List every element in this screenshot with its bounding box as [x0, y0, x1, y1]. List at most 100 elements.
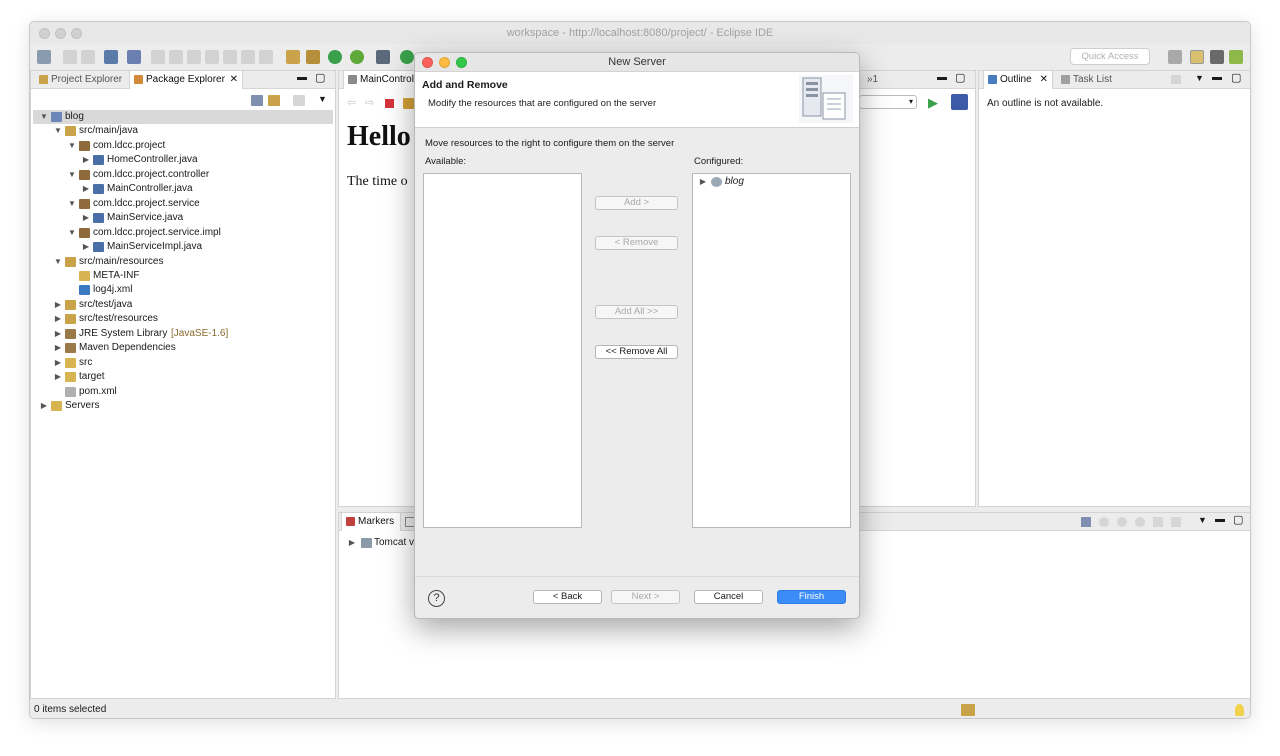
start-server-icon[interactable] [328, 50, 342, 64]
debug-server-icon[interactable] [1099, 517, 1109, 527]
tree-item[interactable]: ▶ target [33, 370, 333, 384]
collapse-toggle-icon[interactable]: ▼ [67, 226, 77, 240]
tree-item[interactable]: ▶ MainServiceImpl.java [33, 240, 333, 254]
collapse-toggle-icon[interactable]: ▼ [67, 139, 77, 153]
terminate-icon[interactable] [187, 50, 201, 64]
profile-server-icon[interactable] [1135, 517, 1145, 527]
back-button[interactable]: < Back [533, 590, 602, 604]
collapse-toggle-icon[interactable]: ▼ [53, 124, 63, 138]
tree-item[interactable]: ▶ HomeController.java [33, 153, 333, 167]
skip-breakpoints-icon[interactable] [127, 50, 141, 64]
forward-nav-icon[interactable]: ⇨ [365, 96, 374, 109]
tree-item[interactable]: ▶ src [33, 356, 333, 370]
save-all-icon[interactable] [81, 50, 95, 64]
start-server-small-icon[interactable] [1117, 517, 1127, 527]
expand-toggle-icon[interactable]: ▶ [81, 211, 91, 225]
view-menu-icon[interactable]: ▼ [318, 94, 327, 104]
help-icon[interactable]: ? [428, 590, 445, 607]
tree-item[interactable]: ▶ JRE System Library [JavaSE-1.6] [33, 327, 333, 341]
tree-item[interactable]: ▼ src/main/resources [33, 255, 333, 269]
url-dropdown[interactable]: ▾ [859, 95, 917, 109]
tree-item[interactable]: ▶ src/test/resources [33, 312, 333, 326]
debug-icon[interactable] [376, 50, 390, 64]
tree-item[interactable]: ▼ com.ldcc.project.service.impl [33, 226, 333, 240]
tab-task-list[interactable]: Task List [1057, 71, 1112, 89]
outline-toolbar-icon[interactable] [1171, 75, 1181, 84]
expand-toggle-icon[interactable]: ▶ [53, 327, 63, 341]
publish-server-icon[interactable] [1171, 517, 1181, 527]
collapse-all-icon[interactable] [251, 95, 263, 106]
collapse-toggle-icon[interactable]: ▼ [67, 197, 77, 211]
open-perspective-icon[interactable] [1168, 50, 1182, 64]
maximize-panel-icon[interactable]: ▢ [315, 71, 325, 84]
stop-server-icon[interactable] [1153, 517, 1163, 527]
publish-icon[interactable] [350, 50, 364, 64]
zoom-window-button[interactable] [71, 28, 82, 39]
collapse-toggle-icon[interactable]: ▼ [53, 255, 63, 269]
new-package-icon[interactable] [306, 50, 320, 64]
suspend-icon[interactable] [169, 50, 183, 64]
tree-item[interactable]: pom.xml [33, 385, 333, 399]
expand-toggle-icon[interactable]: ▶ [53, 341, 63, 355]
bottom-view-menu-icon[interactable]: ▼ [1198, 515, 1207, 525]
java-perspective-icon[interactable] [1229, 50, 1243, 64]
remove-all-button[interactable]: << Remove All [595, 345, 678, 359]
tree-item[interactable]: META-INF [33, 269, 333, 283]
resume-icon[interactable] [151, 50, 165, 64]
expand-toggle-icon[interactable]: ▶ [81, 153, 91, 167]
close-tab-icon[interactable]: ✕ [1040, 71, 1048, 89]
new-icon[interactable] [37, 50, 51, 64]
expand-toggle-icon[interactable]: ▶ [53, 370, 63, 384]
expand-toggle-icon[interactable]: ▶ [53, 312, 63, 326]
step-over-icon[interactable] [241, 50, 255, 64]
terminal-icon[interactable] [104, 50, 118, 64]
quick-access-input[interactable]: Quick Access [1070, 48, 1150, 65]
stop-icon[interactable] [385, 99, 394, 108]
step-return-icon[interactable] [259, 50, 273, 64]
expand-toggle-icon[interactable]: ▶ [347, 536, 357, 550]
dialog-zoom-button[interactable] [456, 57, 467, 68]
minimize-editor-icon[interactable]: ▬ [937, 72, 947, 83]
maximize-bottom-icon[interactable]: ▢ [1233, 513, 1243, 526]
expand-toggle-icon[interactable]: ▶ [81, 182, 91, 196]
expand-toggle-icon[interactable]: ▶ [698, 175, 708, 189]
tree-item[interactable]: ▼ com.ldcc.project.controller [33, 168, 333, 182]
minimize-window-button[interactable] [55, 28, 66, 39]
outline-view-menu-icon[interactable]: ▼ [1195, 73, 1204, 83]
collapse-icon[interactable] [1081, 517, 1091, 527]
expand-toggle-icon[interactable]: ▶ [81, 240, 91, 254]
close-window-button[interactable] [39, 28, 50, 39]
editor-tab-overflow[interactable]: »1 [867, 71, 878, 89]
minimize-outline-icon[interactable]: ▬ [1212, 72, 1222, 83]
run-icon[interactable] [400, 50, 414, 64]
collapse-toggle-icon[interactable]: ▼ [39, 110, 49, 124]
link-with-editor-icon[interactable] [268, 95, 280, 106]
dialog-close-button[interactable] [422, 57, 433, 68]
cancel-button[interactable]: Cancel [694, 590, 763, 604]
available-list[interactable] [423, 173, 582, 528]
tree-item[interactable]: ▶ MainController.java [33, 182, 333, 196]
finish-button[interactable]: Finish [777, 590, 846, 604]
tree-item[interactable]: ▼ src/main/java [33, 124, 333, 138]
add-all-button[interactable]: Add All >> [595, 305, 678, 319]
next-button[interactable]: Next > [611, 590, 680, 604]
minimize-bottom-icon[interactable]: ▬ [1215, 514, 1225, 525]
dialog-minimize-button[interactable] [439, 57, 450, 68]
tree-item[interactable]: ▶ MainService.java [33, 211, 333, 225]
minimize-panel-icon[interactable]: ▬ [297, 72, 307, 83]
external-browser-icon[interactable] [951, 94, 968, 110]
tree-item[interactable]: ▶ Servers [33, 399, 333, 413]
new-java-project-icon[interactable] [286, 50, 300, 64]
debug-perspective-icon[interactable] [1210, 50, 1224, 64]
status-server-icon[interactable] [961, 704, 975, 716]
refresh-icon[interactable] [403, 98, 414, 109]
tree-item[interactable]: ▼ blog [33, 110, 333, 124]
expand-toggle-icon[interactable]: ▶ [53, 298, 63, 312]
back-nav-icon[interactable]: ⇦ [347, 96, 356, 109]
go-icon[interactable]: ▶ [928, 95, 938, 111]
expand-toggle-icon[interactable]: ▶ [53, 356, 63, 370]
collapse-toggle-icon[interactable]: ▼ [67, 168, 77, 182]
step-into-icon[interactable] [223, 50, 237, 64]
java-ee-perspective-icon[interactable] [1190, 50, 1204, 64]
tip-bulb-icon[interactable] [1235, 704, 1244, 716]
